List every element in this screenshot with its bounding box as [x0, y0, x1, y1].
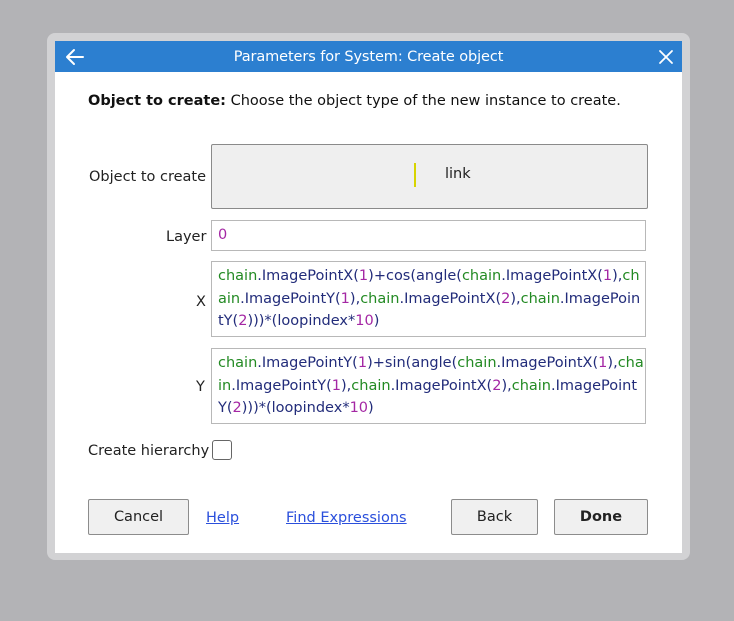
y-token: chain: [351, 377, 391, 394]
object-to-create-label: Object to create: [89, 169, 207, 185]
y-token: ): [368, 400, 374, 416]
parameter-description: Object to create: Choose the object type…: [88, 93, 621, 109]
x-label: X: [196, 294, 206, 310]
x-token: 1: [602, 268, 613, 284]
help-link[interactable]: Help: [206, 510, 239, 526]
y-label: Y: [196, 379, 205, 395]
y-token: ),: [501, 377, 512, 394]
find-expressions-link[interactable]: Find Expressions: [286, 510, 407, 526]
x-token: )+: [368, 268, 386, 284]
object-picker-value: link: [445, 166, 471, 182]
layer-value: 0: [218, 227, 228, 243]
y-token: *: [342, 400, 350, 416]
y-token: chain: [218, 355, 258, 371]
x-token: ),: [612, 268, 623, 284]
x-token: 10: [355, 313, 374, 329]
y-token: .ImagePointY: [231, 377, 327, 394]
y-token: ),: [341, 377, 352, 394]
x-token: 1: [340, 290, 350, 307]
y-token: .ImagePointX: [390, 377, 487, 394]
y-token: sin: [384, 355, 406, 371]
y-expression-input[interactable]: chain.ImagePointY(1)+sin(angle(chain.Ima…: [211, 348, 646, 424]
y-token: .ImagePointX: [496, 355, 593, 371]
y-token: ),: [607, 355, 618, 371]
layer-input[interactable]: 0: [211, 220, 646, 251]
x-token: cos: [385, 268, 411, 284]
y-token: 1: [331, 377, 342, 394]
y-token: )))*(: [241, 400, 272, 416]
y-token: loopindex: [271, 400, 343, 416]
x-token: )))*(: [247, 313, 278, 329]
x-token: chain: [218, 268, 258, 284]
x-token: loopindex: [277, 313, 348, 329]
done-button[interactable]: Done: [554, 499, 648, 535]
x-token: 1: [358, 268, 369, 284]
create-hierarchy-checkbox[interactable]: [212, 440, 232, 460]
description-text: Choose the object type of the new instan…: [225, 93, 621, 109]
x-token: ),: [510, 290, 521, 307]
y-token: 1: [357, 355, 368, 371]
x-token: ): [373, 313, 380, 329]
y-token: chain: [511, 377, 552, 394]
x-token: .ImagePointY: [240, 290, 335, 307]
y-token: 10: [349, 400, 369, 416]
x-token: .ImagePointX: [257, 268, 354, 284]
x-expression-input[interactable]: chain.ImagePointX(1)+cos(angle(chain.Ima…: [211, 261, 646, 337]
x-token: .ImagePointX: [501, 268, 598, 284]
x-token: .ImagePointX: [399, 290, 496, 307]
close-icon[interactable]: [658, 49, 674, 65]
dialog-title: Parameters for System: Create object: [233, 49, 504, 65]
x-token: 2: [501, 290, 511, 307]
x-token: chain: [461, 268, 502, 284]
create-hierarchy-label: Create hierarchy: [88, 443, 210, 459]
description-heading: Object to create:: [88, 93, 226, 109]
y-token: angle: [411, 355, 452, 371]
object-color-marker: [414, 163, 416, 187]
y-token: )+: [367, 355, 385, 371]
y-token: 2: [232, 400, 242, 416]
x-token: chain: [520, 290, 560, 307]
title-bar: Parameters for System: Create object: [55, 41, 682, 72]
x-token: chain: [360, 290, 400, 307]
cancel-button[interactable]: Cancel: [88, 499, 189, 535]
y-token: .ImagePointY: [257, 355, 353, 371]
x-token: angle: [416, 268, 457, 284]
back-button[interactable]: Back: [451, 499, 538, 535]
object-picker[interactable]: link: [211, 144, 648, 209]
y-token: chain: [457, 355, 497, 371]
layer-label: Layer: [166, 229, 207, 245]
x-token: ),: [349, 290, 361, 307]
parameters-dialog: Parameters for System: Create object Obj…: [55, 41, 682, 553]
